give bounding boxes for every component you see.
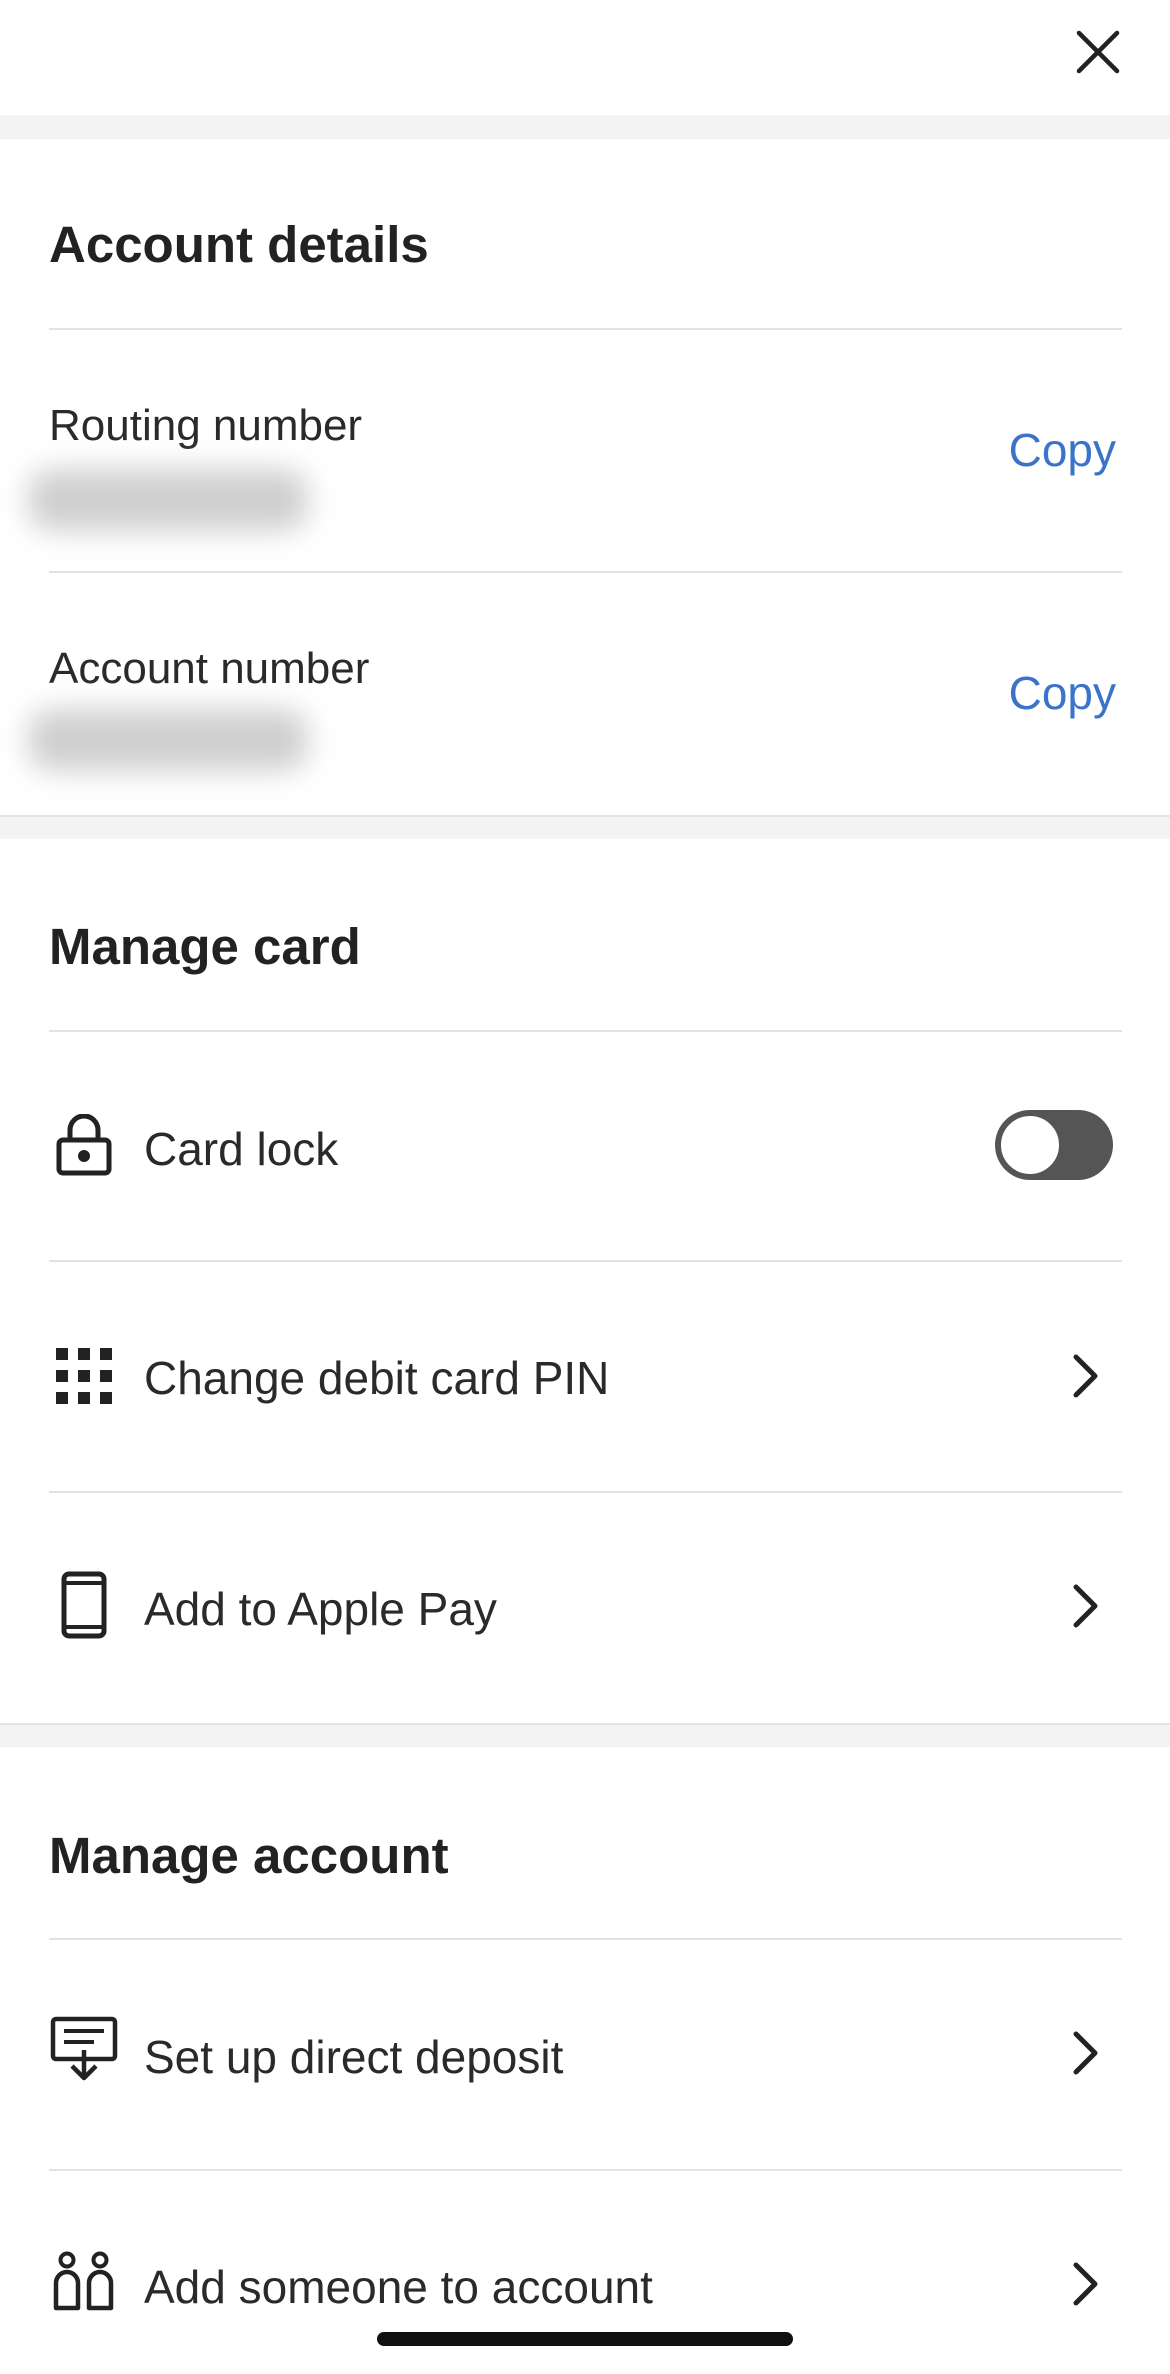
- account-number-label: Account number: [49, 644, 370, 693]
- section-title: Manage card: [49, 918, 361, 975]
- divider: [49, 328, 1122, 330]
- section-separator: [0, 1723, 1170, 1747]
- home-indicator: [377, 2332, 793, 2346]
- divider: [49, 571, 1122, 573]
- close-icon[interactable]: [1075, 29, 1121, 75]
- chevron-right-icon: [1056, 2255, 1114, 2313]
- card-lock-label: Card lock: [144, 1123, 339, 1175]
- chevron-right-icon: [1056, 2024, 1114, 2082]
- toggle-knob: [999, 1114, 1061, 1176]
- keypad-icon: [49, 1341, 119, 1411]
- change-pin-row[interactable]: Change debit card PIN: [0, 1262, 1170, 1490]
- account-number-value-redacted: [28, 709, 308, 771]
- people-icon: [49, 2246, 119, 2316]
- account-details-section: Account details Routing number Copy Acco…: [0, 139, 1170, 815]
- direct-deposit-label: Set up direct deposit: [144, 2031, 564, 2083]
- routing-number-label: Routing number: [49, 401, 363, 450]
- copy-account-button[interactable]: Copy: [1009, 666, 1116, 720]
- change-pin-label: Change debit card PIN: [144, 1352, 610, 1404]
- section-title: Manage account: [49, 1827, 449, 1884]
- section-separator: [0, 815, 1170, 839]
- card-lock-toggle[interactable]: [995, 1110, 1113, 1180]
- chevron-right-icon: [1056, 1347, 1114, 1405]
- close-button[interactable]: [1068, 22, 1128, 82]
- manage-account-section: Manage account Set up direct deposit Add…: [0, 1747, 1170, 2374]
- deposit-icon: [49, 2015, 119, 2085]
- chevron-right-icon: [1056, 1577, 1114, 1635]
- direct-deposit-row[interactable]: Set up direct deposit: [0, 1940, 1170, 2168]
- section-separator: [0, 115, 1170, 139]
- section-title: Account details: [49, 216, 429, 273]
- copy-routing-button[interactable]: Copy: [1009, 423, 1116, 477]
- phone-icon: [49, 1570, 119, 1640]
- routing-number-value-redacted: [28, 469, 308, 531]
- card-lock-row: Card lock: [0, 1032, 1170, 1260]
- apple-pay-label: Add to Apple Pay: [144, 1583, 497, 1635]
- lock-icon: [49, 1110, 119, 1180]
- manage-card-section: Manage card Card lock Change debit card …: [0, 839, 1170, 1723]
- apple-pay-row[interactable]: Add to Apple Pay: [0, 1493, 1170, 1721]
- add-someone-label: Add someone to account: [144, 2261, 653, 2313]
- top-bar: [0, 0, 1170, 115]
